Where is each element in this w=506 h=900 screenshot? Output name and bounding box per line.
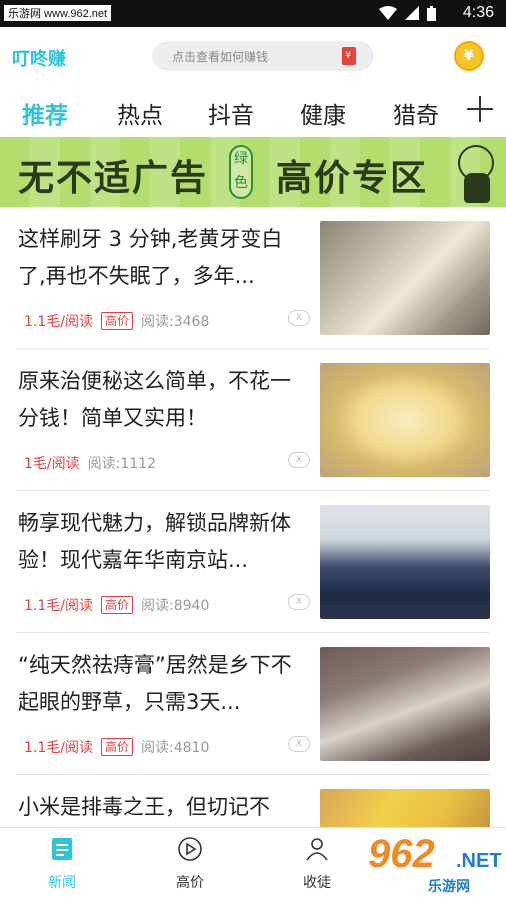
site-watermark: 962 .NET 乐游网: [368, 832, 504, 895]
high-price-tag: 高价: [100, 312, 133, 330]
article-meta: 1.1毛/阅读 高价 阅读:4810: [24, 737, 209, 757]
list-item[interactable]: 原来治便秘这么简单，不花一分钱！简单又实用！ 1毛/阅读 阅读:1112 X: [0, 349, 506, 491]
list-item[interactable]: “纯天然祛痔膏”居然是乡下不起眼的野草，只需3天... 1.1毛/阅读 高价 阅…: [0, 633, 506, 775]
news-icon: [52, 838, 72, 860]
dismiss-button[interactable]: X: [288, 594, 310, 610]
coin-icon[interactable]: [454, 41, 484, 71]
article-thumbnail: [320, 221, 490, 335]
app-bar: 叮咚赚 点击查看如何赚钱: [0, 27, 506, 85]
banner-badge: 绿色: [229, 145, 253, 199]
article-reads: 阅读:4810: [141, 740, 210, 756]
article-thumbnail: [320, 363, 490, 477]
status-icons: [379, 6, 436, 21]
list-item[interactable]: 畅享现代魅力，解锁品牌新体验！现代嘉年华南京站... 1.1毛/阅读 高价 阅读…: [0, 491, 506, 633]
article-title: 小米是排毒之王，但切记不: [18, 795, 270, 819]
dismiss-button[interactable]: X: [288, 736, 310, 752]
nav-apprentice-label: 收徒: [303, 875, 331, 891]
clock: 4:36: [462, 4, 494, 21]
tab-douyin[interactable]: 抖音: [208, 96, 254, 130]
article-title: 原来治便秘这么简单，不花一分钱！简单又实用！: [18, 369, 291, 430]
status-bar: 乐游网 www.962.net 4:36: [0, 0, 506, 27]
nav-apprentice[interactable]: 收徒: [287, 836, 347, 892]
list-item[interactable]: 这样刷牙 3 分钟,老黄牙变白了,再也不失眠了，多年... 1.1毛/阅读 高价…: [0, 207, 506, 349]
battery-icon: [427, 6, 436, 21]
wifi-icon: [379, 6, 397, 20]
article-title: 这样刷牙 3 分钟,老黄牙变白了,再也不失眠了，多年...: [18, 227, 283, 288]
article-thumbnail: [320, 789, 490, 827]
high-price-tag: 高价: [100, 596, 133, 614]
article-title: “纯天然祛痔膏”居然是乡下不起眼的野草，只需3天...: [18, 653, 292, 714]
play-circle-icon: [178, 837, 202, 861]
hand-pointer-icon: [464, 173, 490, 203]
users-icon: [306, 838, 328, 861]
tab-health[interactable]: 健康: [300, 96, 346, 130]
tab-curious[interactable]: 猎奇: [393, 96, 439, 130]
add-tab-icon[interactable]: [466, 94, 494, 122]
red-envelope-icon: [342, 47, 356, 65]
nav-news[interactable]: 新闻: [32, 836, 92, 892]
article-price: 1毛/阅读: [24, 456, 80, 472]
search-bar[interactable]: 点击查看如何赚钱: [152, 41, 374, 71]
tab-recommend[interactable]: 推荐: [22, 96, 68, 130]
article-reads: 阅读:8940: [141, 598, 210, 614]
article-meta: 1.1毛/阅读 高价 阅读:8940: [24, 595, 209, 615]
banner-left-text: 无不适广告: [18, 158, 209, 199]
high-price-tag: 高价: [100, 738, 133, 756]
list-item[interactable]: 小米是排毒之王，但切记不: [0, 775, 506, 827]
nav-high-price-label: 高价: [176, 875, 204, 891]
article-reads: 阅读:3468: [141, 314, 210, 330]
category-tabs: 推荐 热点 抖音 健康 猎奇: [0, 88, 506, 136]
article-price: 1.1毛/阅读: [24, 740, 93, 756]
article-reads: 阅读:1112: [87, 456, 156, 472]
article-thumbnail: [320, 647, 490, 761]
dismiss-button[interactable]: X: [288, 452, 310, 468]
article-meta: 1毛/阅读 阅读:1112: [24, 453, 156, 473]
tab-hot[interactable]: 热点: [117, 96, 163, 130]
article-meta: 1.1毛/阅读 高价 阅读:3468: [24, 311, 209, 331]
article-price: 1.1毛/阅读: [24, 598, 93, 614]
signal-icon: [405, 6, 419, 20]
watermark-number: 962: [368, 832, 435, 876]
banner-right-text: 高价专区: [276, 158, 429, 199]
article-price: 1.1毛/阅读: [24, 314, 93, 330]
article-title: 畅享现代魅力，解锁品牌新体验！现代嘉年华南京站...: [18, 511, 291, 572]
promo-banner[interactable]: 无不适广告 绿色 高价专区: [0, 137, 506, 207]
dismiss-button[interactable]: X: [288, 310, 310, 326]
watermark-domain: .NET: [456, 850, 502, 872]
nav-news-label: 新闻: [48, 875, 76, 891]
watermark-label: 乐游网 www.962.net: [4, 5, 112, 21]
search-placeholder: 点击查看如何赚钱: [172, 50, 269, 64]
app-brand: 叮咚赚: [12, 49, 66, 70]
article-thumbnail: [320, 505, 490, 619]
nav-high-price[interactable]: 高价: [160, 836, 220, 892]
watermark-name: 乐游网: [428, 879, 470, 895]
